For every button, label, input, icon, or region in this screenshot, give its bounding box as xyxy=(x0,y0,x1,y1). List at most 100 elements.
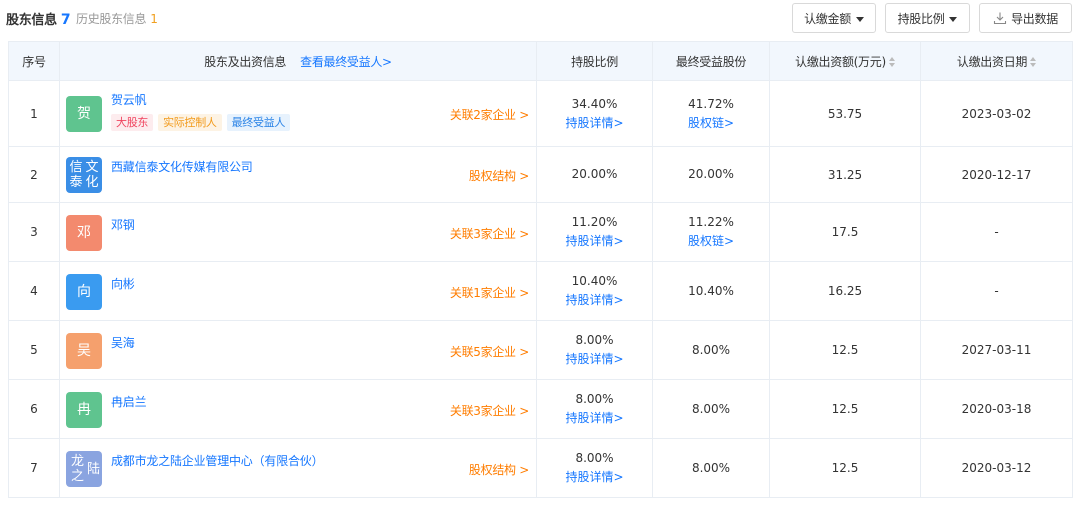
related-companies-link[interactable]: 关联2家企业 > xyxy=(450,106,529,123)
section-title-text: 股东信息 xyxy=(6,13,57,28)
cell-seq: 3 xyxy=(8,202,60,262)
related-companies-link[interactable]: 股权结构 > xyxy=(469,461,529,478)
avatar[interactable]: 向 xyxy=(66,274,102,310)
avatar[interactable]: 信泰 文化 xyxy=(66,157,102,193)
caret-down-icon xyxy=(949,16,958,22)
avatar[interactable]: 贺 xyxy=(66,96,102,132)
avatar[interactable]: 邓 xyxy=(66,215,102,251)
cell-seq: 6 xyxy=(8,379,60,439)
ratio-value: 20.00% xyxy=(571,167,618,181)
cell-name: 冉冉启兰关联3家企业 > xyxy=(59,379,537,439)
avatar[interactable]: 吴 xyxy=(66,333,102,369)
shareholder-name-link[interactable]: 吴海 xyxy=(111,334,135,351)
related-companies-link[interactable]: 关联3家企业 > xyxy=(450,225,529,242)
cell-date: 2020-12-17 xyxy=(920,146,1073,203)
sort-amount-label: 认缴金额 xyxy=(804,11,851,26)
shareholder-name-link[interactable]: 贺云帆 xyxy=(111,91,147,108)
related-companies-link[interactable]: 关联3家企业 > xyxy=(450,402,529,419)
related-companies-link[interactable]: 股权结构 > xyxy=(469,167,529,184)
final-share-value: 11.22% xyxy=(688,215,734,229)
cell-name: 贺贺云帆大股东 实际控制人 最终受益人 关联2家企业 > xyxy=(59,80,537,147)
shareholder-tag: 最终受益人 xyxy=(226,114,291,131)
export-label: 导出数据 xyxy=(1011,11,1058,26)
cell-name: 信泰 文化 西藏信泰文化传媒有限公司股权结构 > xyxy=(59,146,537,203)
table-row: 6 冉冉启兰 关联3家企业 > 8.00% 持股详情> 8.00% 12.5 2020-03-… xyxy=(8,379,1073,439)
cell-amount: 53.75 xyxy=(769,80,921,147)
shareholder-name-link[interactable]: 成都市龙之陆企业管理中心（有限合伙） xyxy=(111,452,324,469)
shareholder-name-link[interactable]: 冉启兰 xyxy=(111,393,147,410)
shareholder-name-link[interactable]: 向彬 xyxy=(111,275,135,292)
cell-final-share: 8.00% xyxy=(652,438,770,498)
cell-final-share: 20.00% xyxy=(652,146,770,203)
cell-date: 2027-03-11 xyxy=(920,320,1073,380)
equity-chain-link[interactable]: 股权链> xyxy=(653,232,769,251)
history-count[interactable]: 1 xyxy=(150,12,158,26)
final-share-value: 41.72% xyxy=(688,96,734,111)
sort-ratio-button[interactable]: 持股比例 xyxy=(885,3,970,33)
cell-ratio: 8.00% 持股详情> xyxy=(536,438,653,498)
final-share-value: 10.40% xyxy=(688,283,734,298)
holding-detail-link[interactable]: 持股详情> xyxy=(537,468,652,487)
table-body: 1 贺贺云帆 大股东 实际控制人 最终受益人 关联2家企业 >34.40% 持股详情> 41.… xyxy=(8,80,1073,498)
holding-detail-link[interactable]: 持股详情> xyxy=(537,409,652,428)
ratio-value: 8.00% xyxy=(575,451,614,465)
final-share-value: 20.00% xyxy=(688,167,734,181)
col-name: 股东及出资信息 查看最终受益人> xyxy=(59,41,537,81)
shareholder-name-link[interactable]: 西藏信泰文化传媒有限公司 xyxy=(111,158,253,175)
table-row: 2 信泰 文化 西藏信泰文化传媒有限公司 股权结构 > 20.00% 20.00% 31.25… xyxy=(8,146,1073,203)
cell-ratio: 34.40% 持股详情> xyxy=(536,80,653,147)
cell-seq: 1 xyxy=(8,80,60,147)
cell-name: 吴吴海关联5家企业 > xyxy=(59,320,537,380)
col-date[interactable]: 认缴出资日期 xyxy=(920,41,1073,81)
download-icon xyxy=(993,11,1007,25)
col-name-label: 股东及出资信息 xyxy=(204,54,287,69)
shareholder-toolbar: 股东信息 7 历史股东信息 1 认缴金额 持股比例 导出数据 xyxy=(0,0,1080,38)
shareholder-name-link[interactable]: 邓钢 xyxy=(111,216,135,233)
col-amount[interactable]: 认缴出资额(万元) xyxy=(769,41,921,81)
holding-detail-link[interactable]: 持股详情> xyxy=(537,350,652,369)
export-data-button[interactable]: 导出数据 xyxy=(979,3,1072,33)
holding-detail-link[interactable]: 持股详情> xyxy=(537,291,652,310)
cell-final-share: 10.40% xyxy=(652,261,770,321)
col-date-label[interactable]: 认缴出资日期 xyxy=(957,55,1028,69)
cell-date: - xyxy=(920,261,1073,321)
table-row: 3 邓邓钢 关联3家企业 > 11.20% 持股详情> 11.22% 股权链> 17.5- xyxy=(8,202,1073,262)
col-amount-label[interactable]: 认缴出资额(万元) xyxy=(795,55,886,69)
shareholder-tag: 大股东 xyxy=(111,114,154,131)
final-share-value: 8.00% xyxy=(691,342,731,357)
view-beneficiary-link[interactable]: 查看最终受益人> xyxy=(300,55,392,69)
cell-final-share: 11.22% 股权链> xyxy=(652,202,770,262)
sort-amount-button[interactable]: 认缴金额 xyxy=(792,3,876,33)
holding-detail-link[interactable]: 持股详情> xyxy=(537,232,652,251)
cell-ratio: 20.00% xyxy=(536,146,653,203)
cell-name: 向向彬关联1家企业 > xyxy=(59,261,537,321)
related-companies-link[interactable]: 关联5家企业 > xyxy=(450,343,529,360)
caret-down-icon xyxy=(855,16,864,22)
ratio-value: 8.00% xyxy=(575,333,614,347)
cell-date: - xyxy=(920,202,1073,262)
cell-ratio: 8.00% 持股详情> xyxy=(536,379,653,439)
sort-icon[interactable] xyxy=(1030,56,1037,67)
table-row: 5 吴吴海 关联5家企业 > 8.00% 持股详情> 8.00% 12.5 2027-03-1… xyxy=(8,320,1073,380)
ratio-value: 11.20% xyxy=(571,215,618,229)
avatar[interactable]: 龙之陆 xyxy=(66,451,102,487)
cell-final-share: 41.72% 股权链> xyxy=(652,80,770,147)
equity-chain-link[interactable]: 股权链> xyxy=(653,114,769,133)
sort-icon[interactable] xyxy=(888,56,895,67)
ratio-value: 8.00% xyxy=(575,392,614,406)
col-seq: 序号 xyxy=(8,41,60,81)
cell-ratio: 8.00% 持股详情> xyxy=(536,320,653,380)
table-header-row: 序号 股东及出资信息 查看最终受益人> 持股比例 最终受益股份 认缴出资额(万元)… xyxy=(8,41,1073,81)
history-shareholders-link[interactable]: 历史股东信息 1 xyxy=(76,10,158,27)
section-title: 股东信息 7 xyxy=(6,9,71,28)
ratio-value: 10.40% xyxy=(571,274,618,288)
shareholder-tags: 大股东 实际控制人 最终受益人 xyxy=(111,114,291,131)
table-row: 4 向向彬 关联1家企业 > 10.40% 持股详情> 10.40% 16.25- xyxy=(8,261,1073,321)
table-row: 7 龙之陆成都市龙之陆企业管理中心（有限合伙） 股权结构 >8.00% 持股详情> 8.… xyxy=(8,438,1073,498)
shareholder-tag: 实际控制人 xyxy=(158,114,222,131)
history-label[interactable]: 历史股东信息 xyxy=(76,12,147,26)
avatar[interactable]: 冉 xyxy=(66,392,102,428)
cell-date: 2020-03-12 xyxy=(920,438,1073,498)
related-companies-link[interactable]: 关联1家企业 > xyxy=(450,284,529,301)
holding-detail-link[interactable]: 持股详情> xyxy=(537,114,652,133)
